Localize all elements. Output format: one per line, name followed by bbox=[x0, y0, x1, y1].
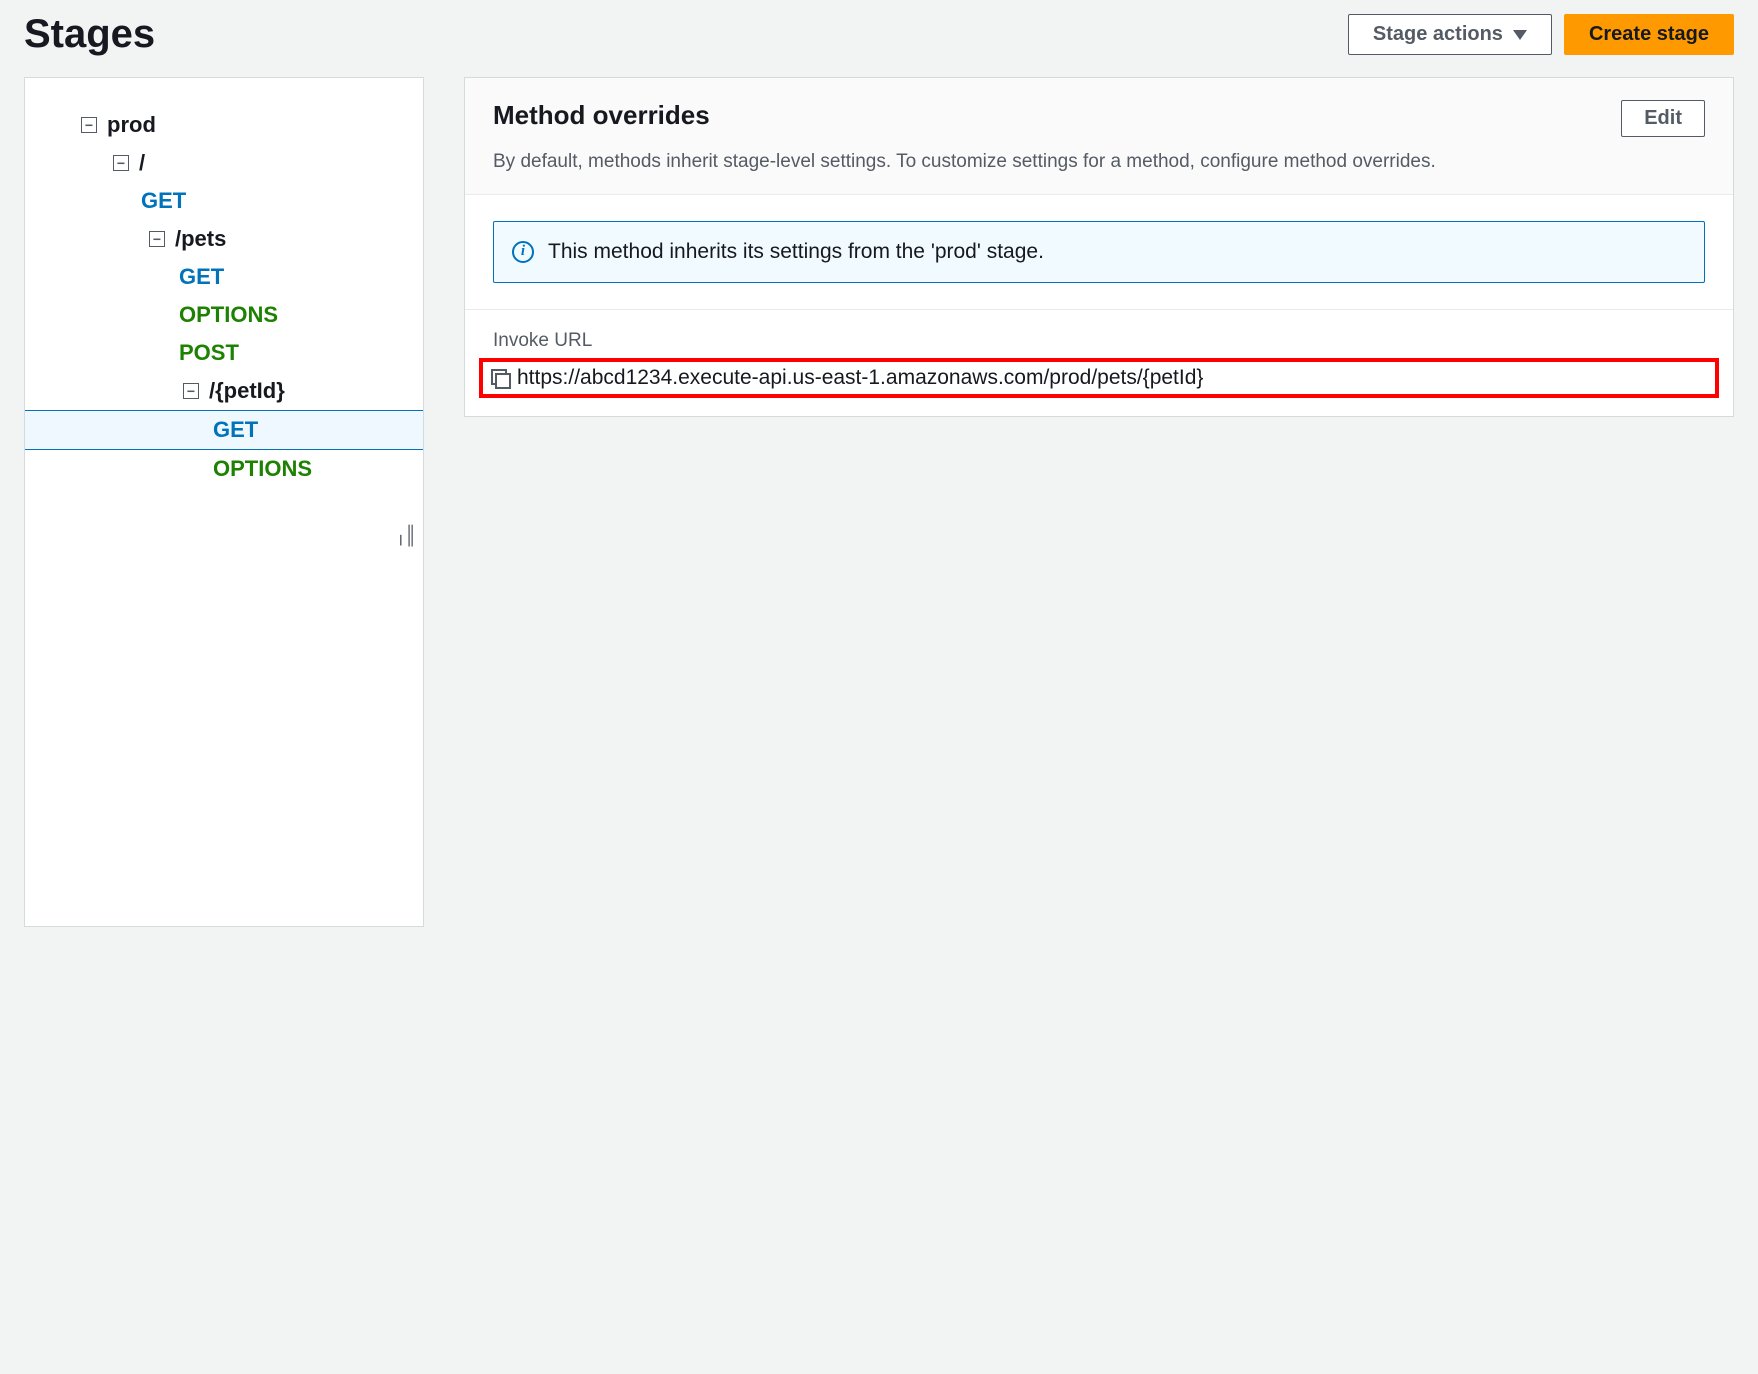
method-label: OPTIONS bbox=[179, 302, 278, 328]
method-detail-panel: Method overrides Edit By default, method… bbox=[464, 77, 1734, 417]
detail-title: Method overrides bbox=[493, 100, 710, 131]
detail-description: By default, methods inherit stage-level … bbox=[493, 149, 1705, 176]
invoke-url-row: https://abcd1234.execute-api.us-east-1.a… bbox=[479, 358, 1719, 398]
method-label: GET bbox=[179, 264, 224, 290]
page-title: Stages bbox=[24, 12, 155, 57]
tree-method-post[interactable]: POST bbox=[25, 334, 423, 372]
method-label: GET bbox=[213, 417, 258, 443]
tree-method-get-selected[interactable]: GET bbox=[25, 410, 423, 450]
tree-method-get[interactable]: GET bbox=[25, 182, 423, 220]
tree-pets-node[interactable]: /pets bbox=[25, 220, 423, 258]
tree-root-label: / bbox=[139, 150, 145, 176]
method-label: POST bbox=[179, 340, 239, 366]
tree-method-options[interactable]: OPTIONS bbox=[25, 450, 423, 488]
caret-down-icon bbox=[1513, 30, 1527, 40]
stage-actions-button[interactable]: Stage actions bbox=[1348, 14, 1552, 55]
collapse-icon[interactable] bbox=[183, 383, 199, 399]
stage-actions-label: Stage actions bbox=[1373, 23, 1503, 46]
info-icon: i bbox=[512, 241, 534, 263]
resize-handle-icon[interactable]: ╷║ bbox=[395, 525, 415, 546]
invoke-url-section: Invoke URL https://abcd1234.execute-api.… bbox=[465, 310, 1733, 416]
stage-tree-panel: prod / GET /pets GET OPTIONS POST bbox=[24, 77, 424, 927]
collapse-icon[interactable] bbox=[81, 117, 97, 133]
invoke-url-label: Invoke URL bbox=[479, 330, 1719, 352]
info-message: This method inherits its settings from t… bbox=[548, 240, 1044, 264]
tree-root-node[interactable]: / bbox=[25, 144, 423, 182]
copy-icon[interactable] bbox=[491, 369, 509, 387]
detail-header: Method overrides Edit By default, method… bbox=[465, 78, 1733, 195]
collapse-icon[interactable] bbox=[113, 155, 129, 171]
tree-stage-label: prod bbox=[107, 112, 156, 138]
tree-stage-node[interactable]: prod bbox=[25, 106, 423, 144]
tree-petid-node[interactable]: /{petId} bbox=[25, 372, 423, 410]
invoke-url-value[interactable]: https://abcd1234.execute-api.us-east-1.a… bbox=[517, 366, 1203, 390]
create-stage-button[interactable]: Create stage bbox=[1564, 14, 1734, 55]
edit-button[interactable]: Edit bbox=[1621, 100, 1705, 137]
tree-method-options[interactable]: OPTIONS bbox=[25, 296, 423, 334]
method-label: OPTIONS bbox=[213, 456, 312, 482]
page-header: Stages Stage actions Create stage bbox=[24, 12, 1734, 57]
tree-method-get[interactable]: GET bbox=[25, 258, 423, 296]
tree-pets-label: /pets bbox=[175, 226, 226, 252]
tree-petid-label: /{petId} bbox=[209, 378, 285, 404]
collapse-icon[interactable] bbox=[149, 231, 165, 247]
header-actions: Stage actions Create stage bbox=[1348, 14, 1734, 55]
info-banner: i This method inherits its settings from… bbox=[493, 221, 1705, 283]
method-label: GET bbox=[141, 188, 186, 214]
